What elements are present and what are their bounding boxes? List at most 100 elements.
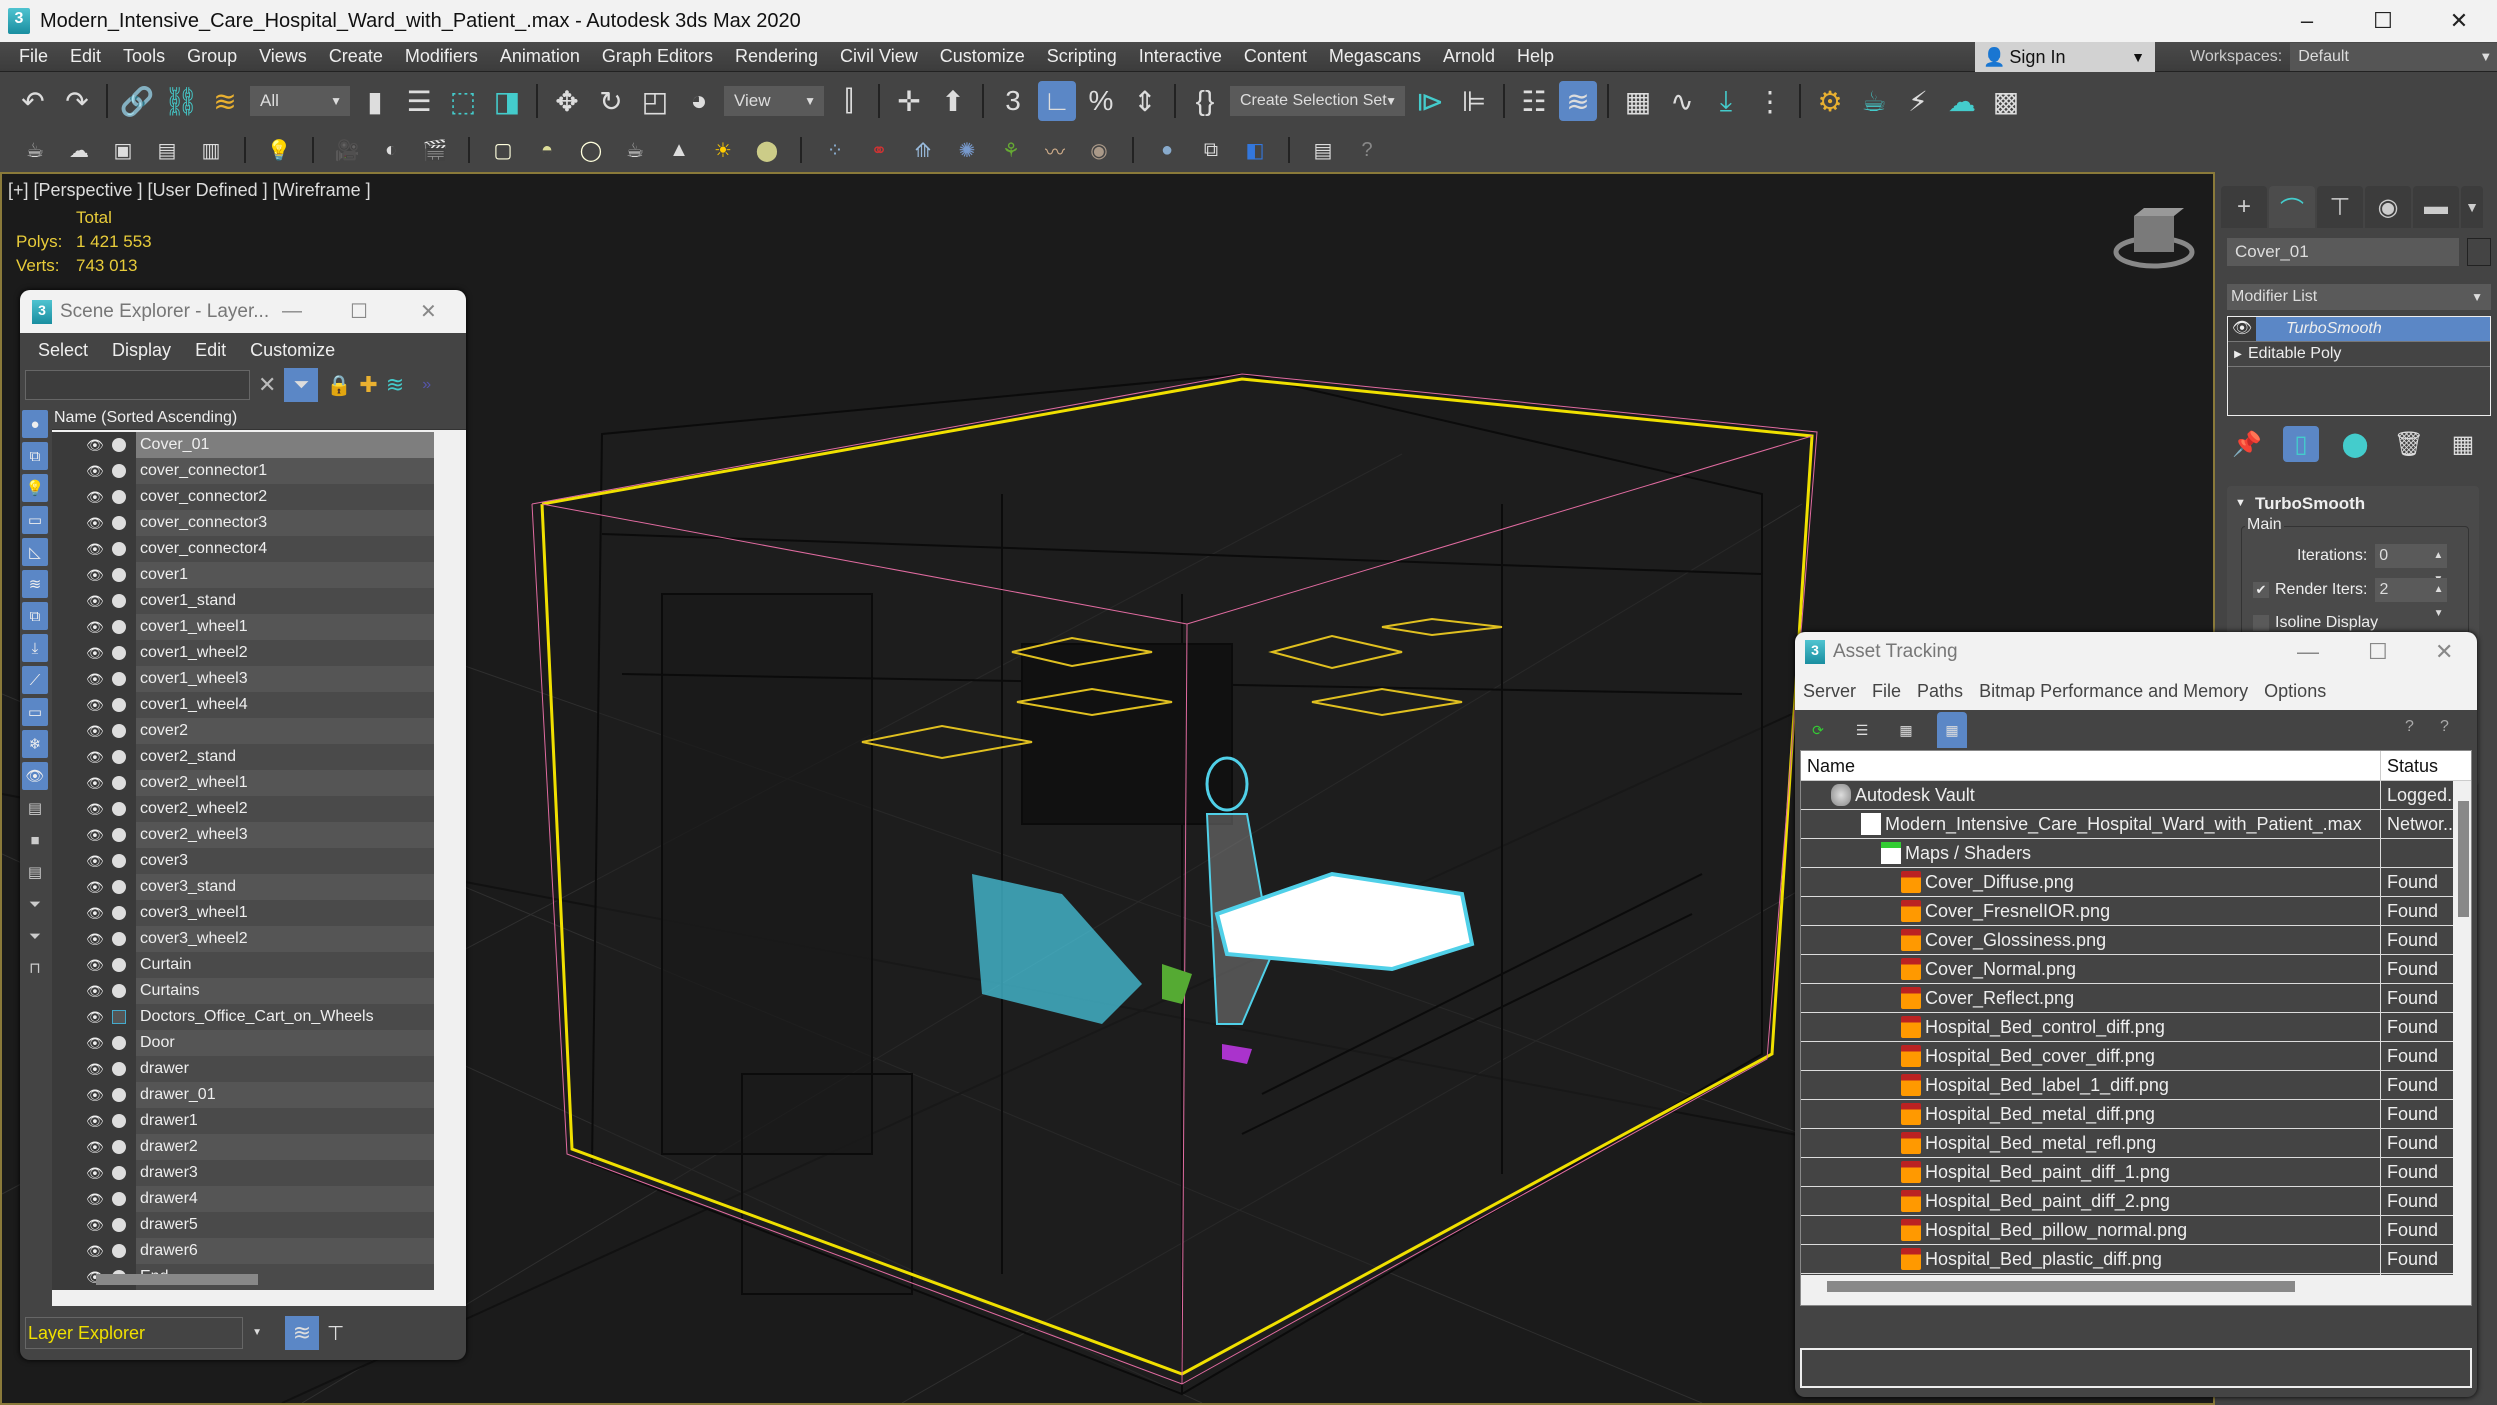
align-icon[interactable]: ⊫: [1455, 81, 1493, 121]
maximize-button[interactable]: ☐: [2345, 0, 2421, 42]
physical-camera-icon[interactable]: ◐: [376, 135, 406, 165]
scene-object-row[interactable]: 👁 Cover_01: [52, 432, 434, 458]
modify-tab-icon[interactable]: ⌒: [2269, 186, 2315, 228]
select-and-link-icon[interactable]: 🔗: [118, 81, 156, 121]
close-button[interactable]: ✕: [420, 290, 437, 333]
panel-icon[interactable]: ▤: [152, 135, 182, 165]
toggle-layer-explorer-icon[interactable]: ≋: [1559, 81, 1597, 121]
asset-row[interactable]: Cover_FresnelIOR.png Found: [1801, 897, 2453, 926]
spot-light-icon[interactable]: ▲: [664, 135, 694, 165]
list-view-icon[interactable]: ☰: [1849, 715, 1875, 745]
menu-customize[interactable]: Customize: [929, 46, 1036, 67]
menu-megascans[interactable]: Megascans: [1318, 46, 1432, 67]
select-by-name-icon[interactable]: ☰: [400, 81, 438, 121]
fractal-icon[interactable]: ✺: [952, 135, 982, 165]
menu-animation[interactable]: Animation: [489, 46, 591, 67]
eye-icon[interactable]: 👁: [86, 931, 104, 948]
scene-object-row[interactable]: 👁 drawer3: [52, 1160, 434, 1186]
asset-row[interactable]: Hospital_Bed_paint_diff_1.png Found: [1801, 1158, 2453, 1187]
display-all-icon[interactable]: ▤: [22, 794, 48, 822]
refresh-icon[interactable]: ⟳: [1805, 715, 1831, 745]
asset-row[interactable]: Modern_Intensive_Care_Hospital_Ward_with…: [1801, 810, 2453, 839]
iterations-spinner[interactable]: 0▲▼: [2375, 544, 2448, 585]
scene-object-row[interactable]: 👁 cover3: [52, 848, 434, 874]
at-menu-paths[interactable]: Paths: [1917, 681, 1963, 702]
filter-icon[interactable]: ⏷: [22, 922, 48, 950]
scene-object-row[interactable]: 👁 cover2_stand: [52, 744, 434, 770]
eye-icon[interactable]: 👁: [86, 853, 104, 870]
thumbnail-view-icon[interactable]: ▦: [1893, 715, 1919, 745]
configure-modifier-sets-icon[interactable]: ▦: [2445, 426, 2481, 462]
rectangular-selection-icon[interactable]: ⬚: [444, 81, 482, 121]
asset-tracking-titlebar[interactable]: 3 Asset Tracking — ☐ ✕: [1795, 632, 2477, 672]
eye-icon[interactable]: 👁: [86, 1191, 104, 1208]
reference-coordinate-dropdown[interactable]: View ▼: [724, 86, 824, 116]
dope-sheet-icon[interactable]: ⤓: [1707, 81, 1745, 121]
render-setup-icon[interactable]: ⚙: [1811, 81, 1849, 121]
se-menu-select[interactable]: Select: [38, 340, 88, 361]
add-layer-icon[interactable]: ✚: [359, 372, 377, 398]
menu-file[interactable]: File: [8, 46, 59, 67]
eye-icon[interactable]: 👁: [86, 905, 104, 922]
display-bones-icon[interactable]: ⟋: [22, 666, 48, 694]
eye-icon[interactable]: 👁: [86, 983, 104, 1000]
render-iters-spinner[interactable]: 2 ▲ ▼: [2375, 578, 2448, 619]
eye-icon[interactable]: 👁: [86, 437, 104, 454]
display-none-icon[interactable]: ■: [22, 826, 48, 854]
edit-named-selection-icon[interactable]: {}: [1186, 81, 1224, 121]
menu-interactive[interactable]: Interactive: [1128, 46, 1233, 67]
display-groups-icon[interactable]: ⧉: [22, 602, 48, 630]
unlink-selection-icon[interactable]: ⛓: [162, 81, 200, 121]
asset-row[interactable]: Cover_Diffuse.png Found: [1801, 868, 2453, 897]
menu-group[interactable]: Group: [176, 46, 248, 67]
menu-graph-editors[interactable]: Graph Editors: [591, 46, 724, 67]
sign-in-dropdown[interactable]: 👤 Sign In ▼: [1975, 42, 2155, 72]
scene-object-row[interactable]: 👁 drawer: [52, 1056, 434, 1082]
isoline-display-checkbox[interactable]: [2253, 615, 2269, 631]
asset-row[interactable]: Cover_Reflect.png Found: [1801, 984, 2453, 1013]
scene-object-row[interactable]: 👁 cover2_wheel3: [52, 822, 434, 848]
se-menu-customize[interactable]: Customize: [250, 340, 335, 361]
eye-icon[interactable]: 👁: [86, 697, 104, 714]
eye-icon[interactable]: 👁: [2228, 317, 2256, 341]
create-tab-icon[interactable]: +: [2221, 186, 2267, 228]
schematic-view-icon[interactable]: ⋮: [1751, 81, 1789, 121]
eye-icon[interactable]: 👁: [86, 593, 104, 610]
at-menu-options[interactable]: Options: [2264, 681, 2326, 702]
modifier-list-dropdown[interactable]: Modifier List ▼: [2227, 284, 2491, 310]
scene-object-row[interactable]: 👁 Door: [52, 1030, 434, 1056]
render-iters-checkbox[interactable]: ✔: [2253, 582, 2269, 598]
hierarchy-tab-icon[interactable]: ⊤: [2317, 186, 2363, 228]
menu-tools[interactable]: Tools: [112, 46, 176, 67]
help-icon[interactable]: ?: [2405, 718, 2414, 736]
percent-snap-icon[interactable]: %: [1082, 81, 1120, 121]
display-geometry-icon[interactable]: ●: [22, 410, 48, 438]
settings-panel-icon[interactable]: ▥: [196, 135, 226, 165]
remove-modifier-icon[interactable]: 🗑: [2391, 426, 2427, 462]
lock-icon[interactable]: 🔒: [326, 373, 351, 398]
select-and-place-icon[interactable]: ◕: [680, 81, 718, 121]
stack-item-editable-poly[interactable]: ▶ Editable Poly: [2228, 342, 2490, 367]
scene-object-row[interactable]: 👁 drawer4: [52, 1186, 434, 1212]
scene-object-row[interactable]: 👁 Curtain: [52, 952, 434, 978]
explorer-type-dropdown[interactable]: Layer Explorer ▼: [25, 1317, 262, 1349]
help-icon[interactable]: ?: [1352, 135, 1382, 165]
at-menu-file[interactable]: File: [1872, 681, 1901, 702]
sphere-light-icon[interactable]: ⬤: [752, 135, 782, 165]
eye-icon[interactable]: 👁: [86, 957, 104, 974]
eye-icon[interactable]: 👁: [86, 775, 104, 792]
material-override-icon[interactable]: ◧: [1240, 135, 1270, 165]
scene-object-row[interactable]: 👁 Curtains: [52, 978, 434, 1004]
display-frozen-icon[interactable]: ❄: [22, 730, 48, 758]
eye-icon[interactable]: 👁: [86, 1061, 104, 1078]
scene-object-row[interactable]: 👁 cover3_wheel2: [52, 926, 434, 952]
eye-icon[interactable]: 👁: [86, 723, 104, 740]
eye-icon[interactable]: 👁: [86, 489, 104, 506]
menu-content[interactable]: Content: [1233, 46, 1318, 67]
material-icon[interactable]: ▣: [108, 135, 138, 165]
status-column-header[interactable]: Status: [2381, 751, 2471, 780]
selection-filter-dropdown[interactable]: All ▼: [250, 86, 350, 116]
rendered-frame-window-icon[interactable]: ☕: [1855, 81, 1893, 121]
asset-row[interactable]: Maps / Shaders: [1801, 839, 2453, 868]
select-and-move-icon[interactable]: ✥: [548, 81, 586, 121]
